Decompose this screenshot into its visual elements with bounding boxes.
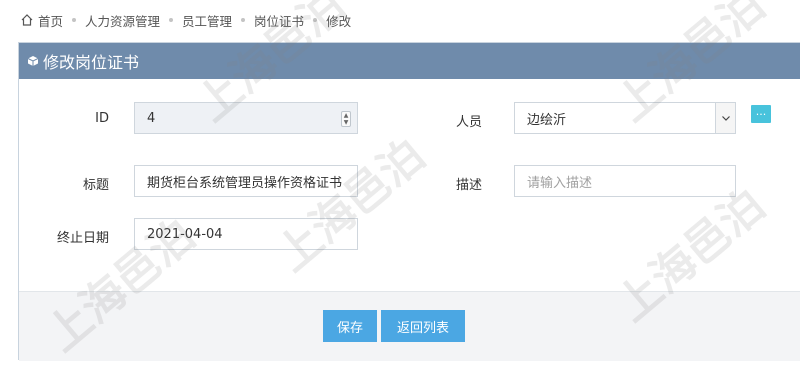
id-field[interactable]: 4 ▲ ▼ xyxy=(134,102,358,134)
breadcrumb-separator xyxy=(169,18,174,22)
cube-icon xyxy=(27,56,39,66)
end-date-field[interactable]: 2021-04-04 xyxy=(134,218,358,250)
back-to-list-button[interactable]: 返回列表 xyxy=(381,310,465,342)
form-footer: 保存 返回列表 xyxy=(19,291,800,361)
breadcrumb-current: 修改 xyxy=(326,13,352,29)
title-label: 标题 xyxy=(82,178,109,193)
form-area: ID 4 ▲ ▼ 人员 边绘沂 ... 标题 期货柜台系统管理员操作资格证书 描… xyxy=(19,79,800,291)
breadcrumb-employee[interactable]: 员工管理 xyxy=(182,11,232,30)
end-date-value: 2021-04-04 xyxy=(147,226,223,242)
description-placeholder: 请输入描述 xyxy=(527,175,593,191)
id-label: ID xyxy=(95,111,109,126)
stepper-up-icon[interactable]: ▲ xyxy=(342,112,350,119)
breadcrumb-separator xyxy=(313,18,318,22)
breadcrumb-hr[interactable]: 人力资源管理 xyxy=(85,11,160,30)
person-value: 边绘沂 xyxy=(527,112,567,128)
save-button[interactable]: 保存 xyxy=(323,310,377,342)
person-select[interactable]: 边绘沂 xyxy=(514,102,736,134)
description-field[interactable]: 请输入描述 xyxy=(514,165,736,197)
panel-header: 修改岗位证书 xyxy=(19,43,800,79)
panel-title: 修改岗位证书 xyxy=(43,53,140,72)
person-label: 人员 xyxy=(455,115,482,130)
title-field[interactable]: 期货柜台系统管理员操作资格证书 xyxy=(134,165,358,197)
breadcrumb-separator xyxy=(241,18,246,22)
chevron-down-icon[interactable] xyxy=(715,103,735,133)
breadcrumb: 首页 人力资源管理 员工管理 岗位证书 修改 xyxy=(20,0,351,40)
title-value: 期货柜台系统管理员操作资格证书 xyxy=(147,175,343,191)
breadcrumb-separator xyxy=(72,18,77,22)
breadcrumb-home[interactable]: 首页 xyxy=(38,11,63,30)
description-label: 描述 xyxy=(455,178,482,193)
person-picker-button[interactable]: ... xyxy=(751,105,771,123)
home-icon xyxy=(21,14,33,26)
id-value: 4 xyxy=(147,110,156,126)
stepper-down-icon[interactable]: ▼ xyxy=(342,119,350,126)
breadcrumb-certificate[interactable]: 岗位证书 xyxy=(254,11,304,30)
edit-panel: 修改岗位证书 ID 4 ▲ ▼ 人员 边绘沂 ... 标题 期货柜台系统管理员操… xyxy=(18,42,800,361)
end-date-label: 终止日期 xyxy=(56,231,109,246)
id-stepper[interactable]: ▲ ▼ xyxy=(341,111,351,127)
